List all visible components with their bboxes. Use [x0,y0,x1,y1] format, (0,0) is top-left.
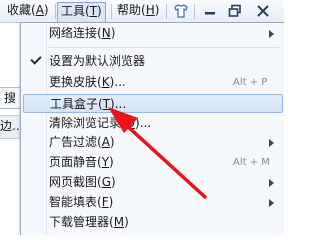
menu-item-label: 智能填表 [49,195,98,209]
menu-item-label: 更换皮肤 [49,75,98,89]
menu-separator [55,4,56,19]
menu-favorites[interactable]: 收藏(A) [4,2,52,21]
menu-help[interactable]: 帮助(H) [114,2,162,21]
menu-help-label: 帮助 [117,3,142,17]
menu-item-key: Y [101,155,110,169]
menu-tools-key: T [89,4,98,18]
menu-item-change-skin[interactable]: 更换皮肤(K)... Alt + P [23,73,283,92]
menu-separator [194,4,195,19]
menu-item-key: M [113,215,125,229]
menu-item-ellipsis: ... [139,116,152,130]
menu-item-label: 页面静音 [49,155,98,169]
submenu-arrow-icon [269,179,274,187]
search-fragment: 搜 [0,87,20,109]
menu-item-shortcut: Alt + M [233,157,270,168]
menu-item-downloads[interactable]: 下载管理器(M) [23,213,283,232]
menu-item-key: D [125,116,135,130]
close-icon[interactable] [255,3,271,19]
menu-help-key: H [145,3,155,17]
menu-item-screenshot[interactable]: 网页截图(G) [23,173,283,192]
menu-item-label: 网络连接 [49,26,98,40]
browser-window: 收藏(A) 工具(T) 帮助(H) 搜 边... [0,0,284,235]
submenu-arrow-icon [269,199,274,207]
menu-item-key: N [101,26,111,40]
menu-item-label: 下载管理器 [49,215,110,229]
tools-dropdown-menu: 网络连接(N) 设置为默认浏览器 更换皮肤(K)... Alt + P 工具盒子… [20,22,284,235]
menu-item-clear-history[interactable]: 清除浏览记录(D)... [23,114,283,133]
checkmark-icon [30,53,42,65]
tab-fragment: 边... [0,115,20,139]
shirt-icon[interactable] [173,3,189,19]
menu-tools-label: 工具 [61,4,86,18]
menu-item-label: 网页截图 [49,175,98,189]
menu-item-key: K [101,75,110,89]
menu-bar: 收藏(A) 工具(T) 帮助(H) [0,0,284,23]
restore-icon[interactable] [227,3,243,19]
menu-item-label: 设置为默认浏览器 [49,54,146,68]
menu-item-ellipsis: ... [114,97,127,111]
menu-item-ad-filter[interactable]: 广告过滤(A) [23,133,283,152]
submenu-arrow-icon [269,139,274,147]
minimize-icon[interactable] [202,3,218,19]
menu-favorites-key: A [35,3,44,17]
page-background: 搜 边... [0,23,20,235]
menu-item-set-default[interactable]: 设置为默认浏览器 [23,52,283,71]
menu-item-toolbox[interactable]: 工具盒子(T)... [23,94,283,113]
menu-item-mute[interactable]: 页面静音(Y) Alt + M [23,153,283,172]
menu-item-shortcut: Alt + P [233,77,268,88]
menu-item-autofill[interactable]: 智能填表(F) [23,193,283,212]
menu-favorites-label: 收藏 [7,3,32,17]
menu-item-label: 广告过滤 [49,135,98,149]
menu-item-key: G [101,175,112,189]
menu-item-label: 清除浏览记录 [49,116,122,130]
menu-tools[interactable]: 工具(T) [57,2,106,23]
submenu-arrow-icon [269,30,274,38]
menu-separator [49,47,279,48]
menu-item-key: A [101,135,110,149]
menu-separator [166,4,167,19]
menu-item-key: F [101,195,109,209]
menu-item-key: T [102,97,111,111]
menu-separator [111,4,112,19]
menu-item-network[interactable]: 网络连接(N) [23,24,283,43]
menu-item-ellipsis: ... [114,75,126,89]
menu-item-label: 工具盒子 [50,97,99,111]
